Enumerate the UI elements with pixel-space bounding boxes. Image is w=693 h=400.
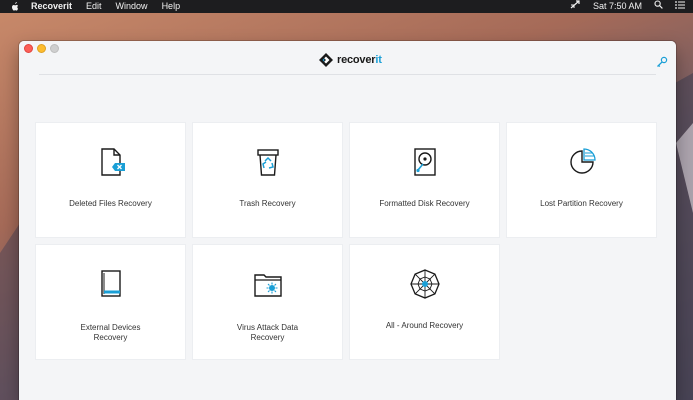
menu-app-name[interactable]: Recoverit — [31, 0, 72, 13]
deleted-file-icon — [100, 148, 125, 176]
card-all-around-recovery[interactable]: All - Around Recovery — [350, 245, 499, 359]
card-label: Trash Recovery — [239, 199, 296, 208]
menubar-clock[interactable]: Sat 7:50 AM — [593, 0, 642, 13]
card-deleted-files-recovery[interactable]: Deleted Files Recovery — [36, 123, 185, 237]
card-label: Virus Attack Data Recovery — [236, 323, 299, 342]
menu-edit[interactable]: Edit — [86, 0, 102, 13]
card-label: External Devices Recovery — [80, 323, 141, 342]
recoverit-logo-icon — [319, 53, 333, 67]
card-label: Formatted Disk Recovery — [379, 199, 470, 208]
minimize-window-button[interactable] — [37, 44, 46, 53]
brand-prefix: recover — [337, 54, 376, 66]
menu-help[interactable]: Help — [162, 0, 181, 13]
card-label: Lost Partition Recovery — [540, 199, 623, 208]
register-key-icon[interactable] — [656, 55, 668, 68]
lost-partition-icon — [569, 148, 596, 174]
card-lost-partition-recovery[interactable]: Lost Partition Recovery — [507, 123, 656, 237]
spotlight-search-icon[interactable] — [654, 0, 663, 13]
virus-folder-icon — [253, 274, 282, 297]
card-virus-attack-recovery[interactable]: Virus Attack Data Recovery — [193, 245, 342, 359]
menubar-status-area: Sat 7:50 AM — [558, 0, 693, 13]
card-trash-recovery[interactable]: Trash Recovery — [193, 123, 342, 237]
window-controls — [24, 44, 63, 53]
card-label: All - Around Recovery — [385, 321, 464, 330]
app-name-text: recoverit — [337, 54, 382, 66]
brand-suffix: it — [375, 54, 382, 66]
recoverit-window: recoverit Deleted Files Recovery Trash R… — [19, 41, 676, 400]
close-window-button[interactable] — [24, 44, 33, 53]
title-bar[interactable]: recoverit — [19, 41, 676, 74]
formatted-disk-icon — [413, 148, 436, 176]
screen-share-icon[interactable] — [570, 0, 581, 13]
card-formatted-disk-recovery[interactable]: Formatted Disk Recovery — [350, 123, 499, 237]
card-external-devices-recovery[interactable]: External Devices Recovery — [36, 245, 185, 359]
external-device-icon — [100, 270, 121, 297]
zoom-window-button[interactable] — [50, 44, 59, 53]
trash-recycle-icon — [256, 149, 279, 176]
menu-window[interactable]: Window — [116, 0, 148, 13]
all-around-web-icon — [409, 269, 440, 299]
menu-bar: Recoverit Edit Window Help Sat 7:50 AM — [0, 0, 693, 13]
card-label: Deleted Files Recovery — [69, 199, 152, 208]
title-divider — [39, 74, 656, 75]
notification-center-icon[interactable] — [675, 0, 685, 13]
app-logo: recoverit — [319, 53, 382, 67]
apple-menu-icon[interactable] — [10, 1, 20, 12]
